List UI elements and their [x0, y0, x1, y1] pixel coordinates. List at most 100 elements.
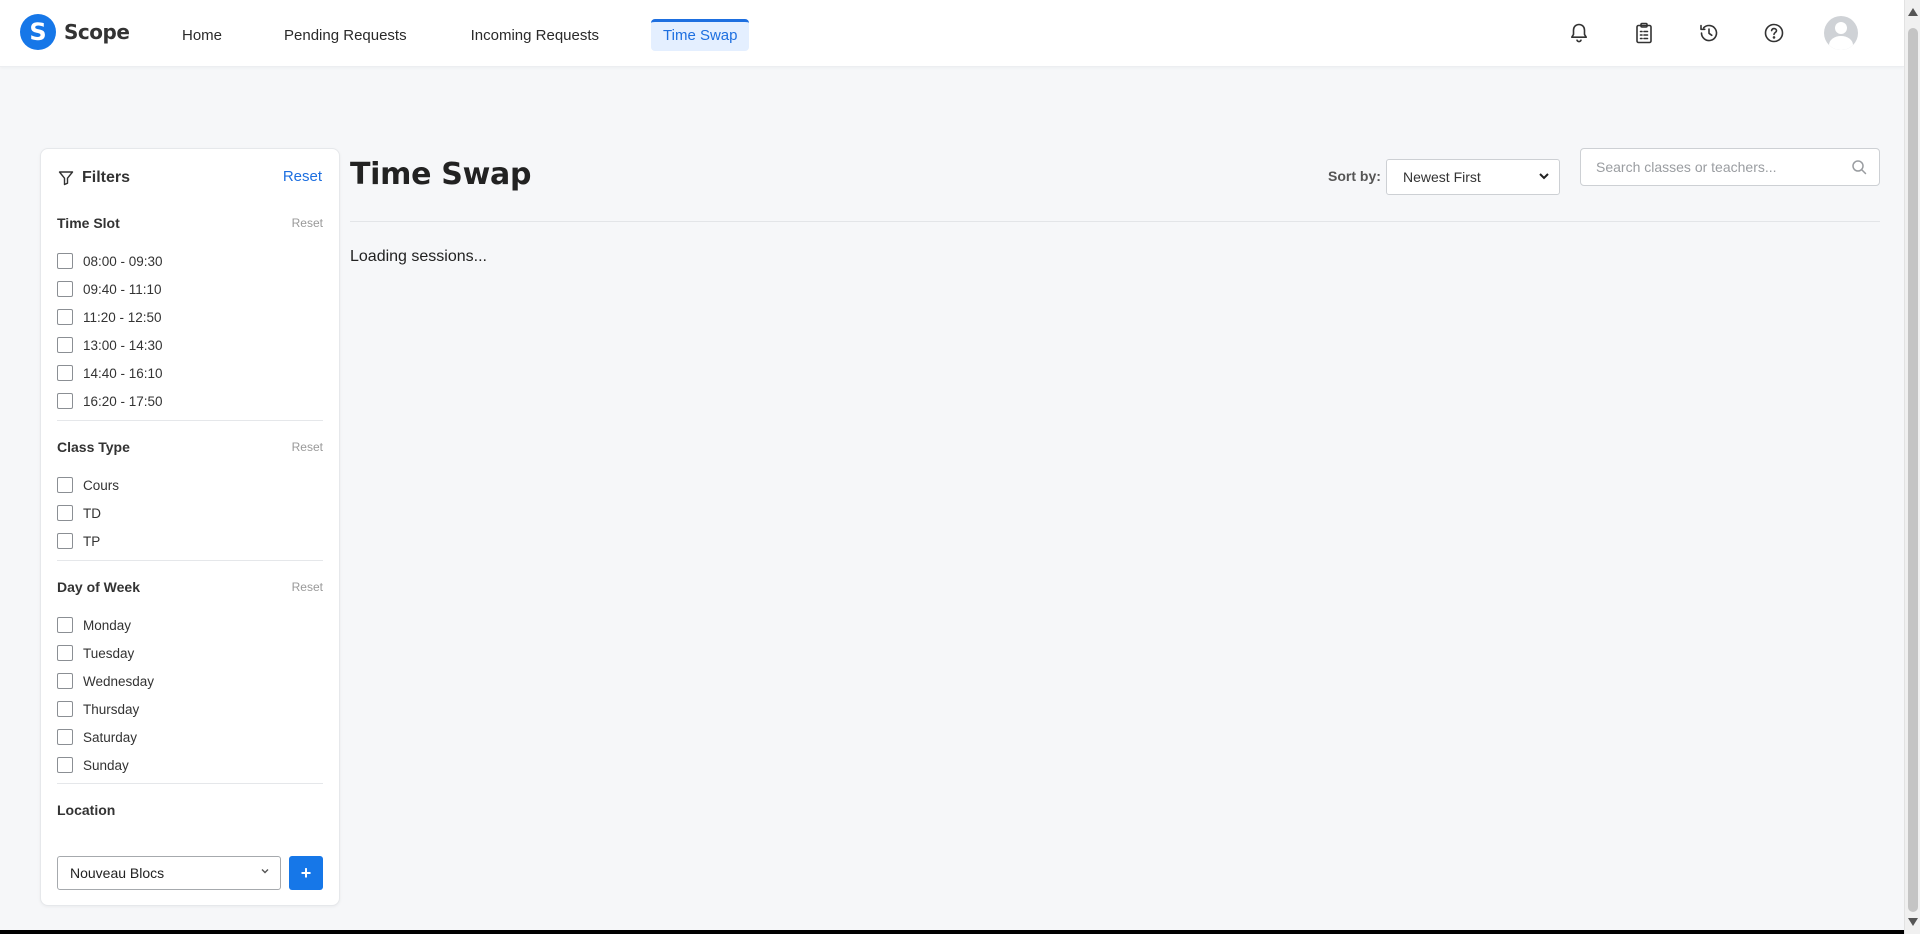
option-label: Tuesday: [83, 645, 135, 661]
avatar[interactable]: [1824, 16, 1858, 50]
checkbox[interactable]: [57, 757, 73, 773]
bell-icon[interactable]: [1565, 14, 1593, 52]
filters-header: Filters Reset: [58, 165, 324, 191]
option-label: 16:20 - 17:50: [83, 393, 163, 409]
option-label: 14:40 - 16:10: [83, 365, 163, 381]
sort-label: Sort by:: [1328, 168, 1381, 184]
time-slot-option[interactable]: 11:20 - 12:50: [57, 303, 323, 331]
search-input[interactable]: [1596, 152, 1846, 182]
checkbox[interactable]: [57, 309, 73, 325]
option-label: Sunday: [83, 757, 129, 773]
checkbox[interactable]: [57, 617, 73, 633]
content-divider: [350, 221, 1880, 222]
option-label: Saturday: [83, 729, 138, 745]
day-option[interactable]: Monday: [57, 611, 323, 639]
add-location-button[interactable]: +: [289, 856, 323, 890]
checkbox[interactable]: [57, 729, 73, 745]
section-divider: [57, 560, 323, 561]
section-title-day-of-week: Day of Week: [57, 579, 140, 595]
section-title-location: Location: [57, 802, 116, 818]
option-label: 08:00 - 09:30: [83, 253, 163, 269]
day-of-week-reset-button[interactable]: Reset: [292, 580, 323, 594]
option-label: 11:20 - 12:50: [83, 309, 162, 325]
checkbox[interactable]: [57, 477, 73, 493]
time-slot-option[interactable]: 16:20 - 17:50: [57, 387, 323, 415]
bottom-edge: [0, 930, 1904, 934]
nav-pending-requests[interactable]: Pending Requests: [272, 20, 419, 51]
scrollbar[interactable]: [1904, 0, 1920, 934]
sort-select-value: Newest First: [1403, 169, 1481, 185]
time-slot-option[interactable]: 13:00 - 14:30: [57, 331, 323, 359]
section-title-time-slot: Time Slot: [57, 215, 120, 231]
chevron-down-icon: [260, 866, 270, 879]
clipboard-icon[interactable]: [1630, 14, 1658, 52]
checkbox[interactable]: [57, 281, 73, 297]
avatar-body: [1829, 36, 1853, 50]
search-icon[interactable]: [1851, 159, 1867, 180]
section-divider: [57, 783, 323, 784]
option-label: TD: [83, 505, 101, 521]
option-label: 09:40 - 11:10: [83, 281, 162, 297]
class-type-reset-button[interactable]: Reset: [292, 440, 323, 454]
logo-mark: S: [20, 14, 56, 50]
scrollbar-thumb[interactable]: [1908, 28, 1918, 912]
filters-title: Filters: [82, 169, 131, 186]
filters-panel: Filters Reset Time Slot Reset 08:00 - 09…: [40, 148, 340, 906]
filter-section-day-of-week: Day of Week Reset Monday Tuesday Wednesd…: [57, 579, 323, 779]
filter-section-time-slot: Time Slot Reset 08:00 - 09:30 09:40 - 11…: [57, 215, 323, 415]
class-type-option[interactable]: Cours: [57, 471, 323, 499]
avatar-head: [1835, 22, 1847, 34]
class-type-option[interactable]: TP: [57, 527, 323, 555]
checkbox[interactable]: [57, 253, 73, 269]
app-logo[interactable]: S Scope: [20, 13, 130, 51]
option-label: Monday: [83, 617, 132, 633]
nav-incoming-requests[interactable]: Incoming Requests: [459, 20, 611, 51]
time-slot-option[interactable]: 09:40 - 11:10: [57, 275, 323, 303]
main-nav: Home Pending Requests Incoming Requests …: [170, 19, 750, 51]
checkbox[interactable]: [57, 505, 73, 521]
checkbox[interactable]: [57, 533, 73, 549]
loading-message: Loading sessions...: [350, 248, 487, 265]
nav-home[interactable]: Home: [170, 20, 234, 51]
page-title: Time Swap: [350, 157, 532, 192]
chevron-down-icon: [1537, 169, 1551, 186]
top-navbar: S Scope Home Pending Requests Incoming R…: [0, 0, 1904, 67]
sort-select[interactable]: Newest First: [1386, 159, 1560, 195]
history-icon[interactable]: [1695, 14, 1723, 52]
header-actions: [1528, 14, 1858, 52]
section-title-class-type: Class Type: [57, 439, 130, 455]
location-select[interactable]: Nouveau Blocs: [57, 856, 281, 890]
scroll-up-arrow[interactable]: [1908, 8, 1918, 16]
checkbox[interactable]: [57, 365, 73, 381]
time-slot-reset-button[interactable]: Reset: [292, 216, 323, 230]
day-option[interactable]: Saturday: [57, 723, 323, 751]
time-slot-option[interactable]: 08:00 - 09:30: [57, 247, 323, 275]
class-type-option[interactable]: TD: [57, 499, 323, 527]
option-label: Wednesday: [83, 673, 155, 689]
checkbox[interactable]: [57, 645, 73, 661]
nav-time-swap[interactable]: Time Swap: [651, 19, 750, 51]
option-label: 13:00 - 14:30: [83, 337, 163, 353]
day-option[interactable]: Wednesday: [57, 667, 323, 695]
location-select-value: Nouveau Blocs: [70, 865, 165, 881]
filter-icon: [58, 171, 74, 186]
day-option[interactable]: Tuesday: [57, 639, 323, 667]
checkbox[interactable]: [57, 673, 73, 689]
option-label: Thursday: [83, 701, 140, 717]
section-divider: [57, 420, 323, 421]
filter-section-location: Location: [57, 802, 323, 818]
filters-reset-button[interactable]: Reset: [283, 168, 322, 185]
time-slot-option[interactable]: 14:40 - 16:10: [57, 359, 323, 387]
app-name: Scope: [64, 20, 130, 44]
option-label: TP: [83, 533, 101, 549]
day-option[interactable]: Sunday: [57, 751, 323, 779]
day-option[interactable]: Thursday: [57, 695, 323, 723]
option-label: Cours: [83, 477, 120, 493]
checkbox[interactable]: [57, 337, 73, 353]
help-icon[interactable]: [1760, 14, 1788, 52]
checkbox[interactable]: [57, 393, 73, 409]
checkbox[interactable]: [57, 701, 73, 717]
scroll-down-arrow[interactable]: [1908, 918, 1918, 926]
search-box[interactable]: [1580, 148, 1880, 186]
filter-section-class-type: Class Type Reset Cours TD TP: [57, 439, 323, 555]
